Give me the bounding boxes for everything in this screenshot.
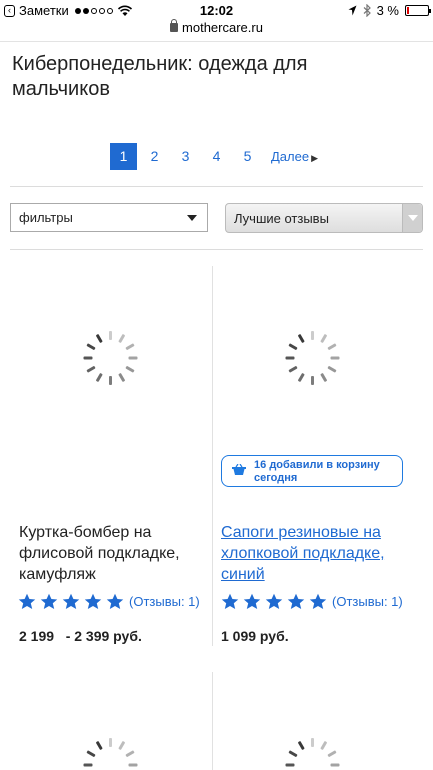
battery-icon — [405, 5, 431, 16]
pagination: 1 2 3 4 5 Далее ▶ — [110, 143, 318, 170]
reviews-link[interactable]: (Отзывы: 1) — [332, 594, 403, 609]
product-title[interactable]: Куртка-бомбер на флисовой подкладке, кам… — [19, 522, 199, 585]
grid-divider — [212, 266, 213, 646]
divider — [10, 249, 423, 250]
sort-select[interactable]: Лучшие отзывы — [225, 203, 423, 233]
caret-down-icon — [187, 215, 197, 221]
page-title: Киберпонедельник: одежда для мальчиков — [12, 53, 308, 100]
sort-selected-value: Лучшие отзывы — [234, 211, 329, 226]
next-page-label[interactable]: Далее — [271, 149, 309, 164]
filters-dropdown[interactable]: фильтры — [10, 203, 208, 232]
page-link-1[interactable]: 1 — [110, 143, 137, 170]
star-icon — [265, 593, 283, 609]
star-icon — [40, 593, 58, 609]
star-icon — [287, 593, 305, 609]
loading-spinner-icon — [285, 738, 340, 770]
lock-icon — [170, 19, 179, 32]
page-link-2[interactable]: 2 — [141, 143, 168, 170]
filters-label: фильтры — [19, 210, 73, 225]
triangle-right-icon: ▶ — [311, 153, 319, 163]
loading-spinner-icon — [285, 331, 340, 385]
star-icon — [62, 593, 80, 609]
chevron-down-icon — [402, 204, 422, 232]
divider — [10, 660, 423, 661]
product-price: 1 099 руб. — [221, 628, 289, 644]
loading-spinner-icon — [83, 738, 138, 770]
cart-count: 16 — [254, 459, 267, 471]
product-title-link[interactable]: Сапоги резиновые на хлопковой подкладке,… — [221, 522, 411, 585]
page-link-4[interactable]: 4 — [203, 143, 230, 170]
address-bar[interactable]: mothercare.ru — [0, 19, 433, 42]
divider — [10, 186, 423, 187]
cart-text: добавили в корзину сегодня — [254, 459, 380, 484]
star-icon — [309, 593, 327, 609]
loading-spinner-icon — [83, 331, 138, 385]
star-icon — [18, 593, 36, 609]
battery-percent: 3 % — [376, 3, 399, 18]
location-arrow-icon — [348, 5, 357, 16]
status-bar: ‹ Заметки 12:02 3 % — [0, 0, 433, 20]
basket-icon — [232, 464, 246, 475]
next-page-link[interactable]: Далее ▶ — [271, 149, 318, 164]
rating-stars[interactable]: (Отзывы: 1) — [221, 593, 403, 610]
bluetooth-icon — [363, 4, 371, 17]
reviews-link[interactable]: (Отзывы: 1) — [129, 594, 200, 609]
star-icon — [243, 593, 261, 609]
star-icon — [221, 593, 239, 609]
added-to-cart-badge: 16 добавили в корзину сегодня — [221, 455, 403, 487]
page-link-5[interactable]: 5 — [234, 143, 261, 170]
grid-divider — [212, 672, 213, 770]
rating-stars[interactable]: (Отзывы: 1) — [18, 593, 200, 610]
page-link-3[interactable]: 3 — [172, 143, 199, 170]
star-icon — [106, 593, 124, 609]
url-text[interactable]: mothercare.ru — [182, 20, 263, 35]
star-icon — [84, 593, 102, 609]
product-price: 2 199 - 2 399 руб. — [19, 628, 142, 644]
